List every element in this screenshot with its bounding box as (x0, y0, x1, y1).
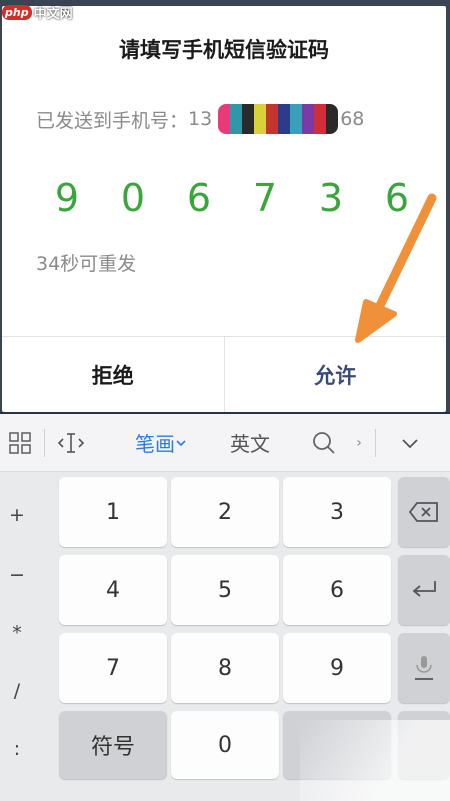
mosaic-tile (290, 104, 303, 134)
backspace-key[interactable] (398, 477, 450, 547)
search-icon[interactable] (299, 414, 349, 472)
mosaic-tile (266, 104, 279, 134)
arrow-annotation-icon (355, 193, 437, 343)
mosaic-tile (230, 104, 243, 134)
enter-icon (412, 581, 436, 597)
sent-label: 已发送到手机号： (36, 109, 189, 132)
divide-key[interactable]: / (0, 680, 34, 702)
plus-key[interactable]: + (0, 504, 34, 526)
grid-icon[interactable] (2, 414, 38, 472)
phone-end: 68 (340, 108, 365, 130)
phone-mosaic-mask (218, 104, 339, 134)
key-1[interactable]: 1 (59, 477, 167, 547)
colon-key[interactable]: : (0, 738, 34, 760)
mosaic-tile (278, 104, 291, 134)
mosaic-tile (218, 104, 231, 134)
key-5[interactable]: 5 (171, 555, 279, 625)
english-mode[interactable]: 英文 (215, 414, 285, 472)
multiply-key[interactable]: * (0, 622, 34, 644)
watermark-text: 中文网 (33, 6, 73, 22)
chevron-right-icon[interactable]: › (349, 414, 369, 472)
watermark-logo: php (2, 4, 32, 20)
code-digit: 7 (252, 176, 278, 220)
key-2[interactable]: 2 (171, 477, 279, 547)
stroke-label: 笔画 (135, 432, 175, 456)
collapse-keyboard-icon[interactable] (390, 414, 430, 472)
key-8[interactable]: 8 (171, 633, 279, 703)
mosaic-tile (314, 104, 327, 134)
resend-countdown: 34秒可重发 (36, 253, 137, 275)
keyboard-toolbar: 笔画 英文 › (0, 414, 450, 472)
code-digit: 6 (186, 176, 212, 220)
toolbar-divider (44, 428, 45, 457)
enter-key[interactable] (398, 555, 450, 625)
minus-key[interactable]: − (0, 564, 34, 586)
backspace-icon (408, 502, 438, 522)
mosaic-tile (326, 104, 339, 134)
mosaic-tile (302, 104, 315, 134)
dialog-title: 请填写手机短信验证码 (119, 38, 329, 62)
sent-to-phone-row: 已发送到手机号： 13 68 (36, 104, 364, 134)
voice-key[interactable] (398, 633, 450, 703)
key-9[interactable]: 9 (283, 633, 391, 703)
mosaic-tile (242, 104, 255, 134)
key-4[interactable]: 4 (59, 555, 167, 625)
key-6[interactable]: 6 (283, 555, 391, 625)
stroke-input-mode[interactable]: 笔画 (121, 414, 201, 472)
chevron-down-icon (176, 439, 186, 446)
phone-start: 13 (188, 108, 213, 130)
key-7[interactable]: 7 (59, 633, 167, 703)
symbol-column: + − * / : (0, 472, 34, 801)
key-3[interactable]: 3 (283, 477, 391, 547)
deny-button[interactable]: 拒绝 (2, 337, 225, 412)
watermark-ghost (300, 720, 450, 801)
microphone-icon (415, 656, 433, 680)
code-digit: 0 (120, 176, 146, 220)
code-digit: 9 (54, 176, 80, 220)
toolbar-divider (375, 428, 376, 457)
code-digit: 3 (318, 176, 344, 220)
mosaic-tile (254, 104, 267, 134)
symbols-key[interactable]: 符号 (59, 711, 167, 779)
cursor-icon[interactable] (51, 414, 91, 472)
watermark: php 中文网 (2, 2, 73, 22)
key-0[interactable]: 0 (171, 711, 279, 779)
